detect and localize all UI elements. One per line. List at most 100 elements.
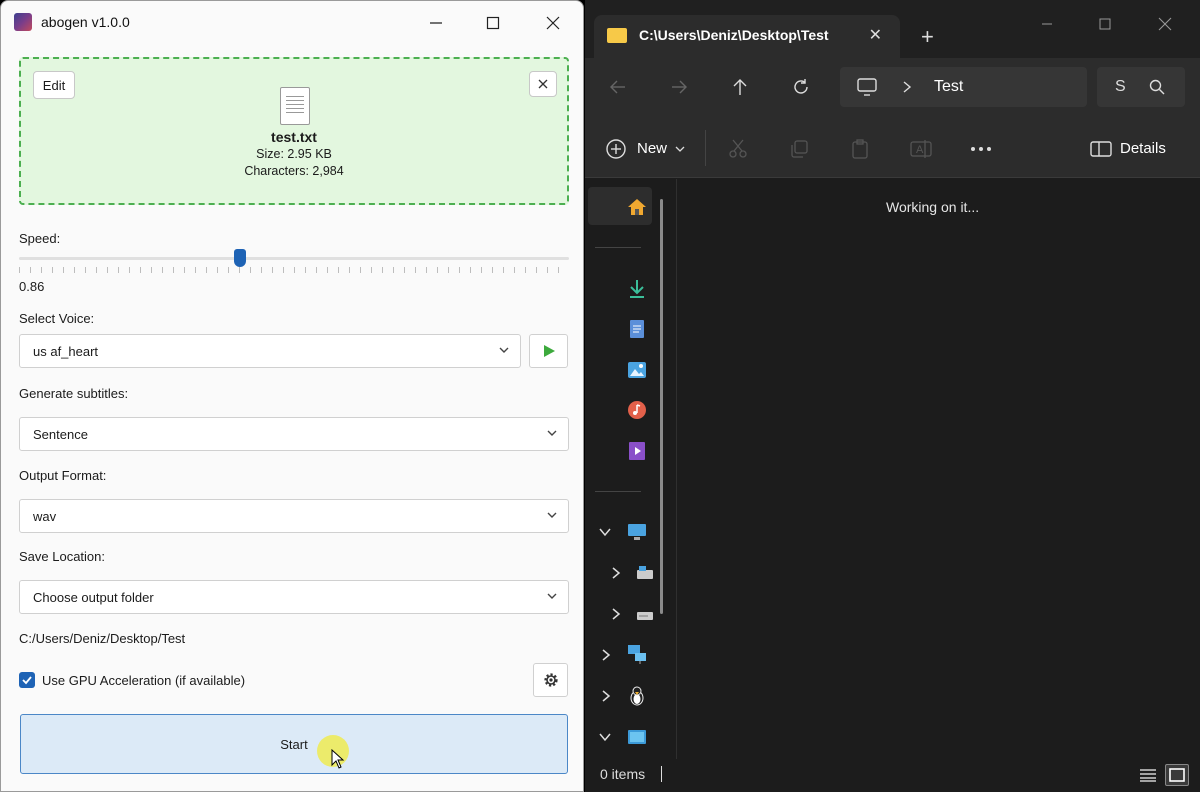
chevron-right-icon[interactable]: [601, 690, 611, 702]
play-voice-button[interactable]: [529, 334, 568, 368]
forward-button[interactable]: [667, 75, 691, 99]
voice-label: Select Voice:: [19, 311, 95, 326]
network-icon[interactable]: [627, 644, 647, 664]
details-view-button[interactable]: [1136, 764, 1160, 786]
gpu-checkbox[interactable]: [19, 672, 35, 688]
new-label[interactable]: New: [637, 140, 667, 157]
chevron-down-icon: [675, 146, 685, 152]
sidebar-scrollbar[interactable]: [660, 199, 663, 614]
paste-button[interactable]: [849, 138, 871, 160]
chevron-right-icon[interactable]: [601, 649, 611, 661]
folder-icon: [607, 28, 627, 43]
minimize-button[interactable]: [1035, 12, 1059, 36]
up-button[interactable]: [728, 75, 752, 99]
navigation-pane: [585, 179, 677, 759]
save-location-select[interactable]: Choose output folder: [19, 580, 569, 614]
close-tab-button[interactable]: ✕: [869, 25, 882, 45]
remove-file-button[interactable]: [529, 71, 557, 97]
voice-value: us af_heart: [33, 344, 99, 359]
music-icon[interactable]: [627, 400, 647, 420]
output-format-label: Output Format:: [19, 468, 107, 483]
chevron-right-icon[interactable]: [611, 567, 621, 579]
address-bar[interactable]: Test: [840, 67, 1087, 107]
details-pane-button[interactable]: [1090, 138, 1112, 160]
file-size: Size: 2.95 KB: [256, 147, 332, 161]
voice-select[interactable]: us af_heart: [19, 334, 521, 368]
speed-slider-handle[interactable]: [234, 249, 246, 267]
rename-icon: A: [910, 140, 932, 158]
address-current: Test: [934, 78, 964, 95]
chevron-right-icon[interactable]: [611, 608, 621, 620]
back-button[interactable]: [606, 75, 630, 99]
more-icon: [971, 147, 991, 151]
file-characters: Characters: 2,984: [244, 164, 344, 178]
close-button[interactable]: [1153, 12, 1177, 36]
more-options-button[interactable]: [970, 138, 992, 160]
output-format-value: wav: [33, 509, 57, 524]
settings-button[interactable]: [533, 663, 568, 697]
cut-button[interactable]: [727, 138, 749, 160]
rename-button[interactable]: A: [910, 138, 932, 160]
gear-icon: [543, 673, 558, 687]
copy-button[interactable]: [788, 138, 810, 160]
linux-icon[interactable]: [627, 686, 647, 706]
maximize-button[interactable]: [481, 11, 505, 35]
minimize-icon: [430, 22, 442, 24]
large-icons-view-icon: [1169, 768, 1185, 782]
downloads-icon[interactable]: [627, 279, 647, 299]
item-count: 0 items: [600, 766, 646, 782]
drive-d-icon[interactable]: [635, 604, 655, 624]
add-circle-icon: [606, 139, 626, 159]
file-drop-zone[interactable]: Edit test.txt Size: 2.95 KB Characters: …: [19, 57, 569, 205]
home-icon[interactable]: [627, 197, 647, 217]
start-label: Start: [280, 736, 308, 752]
speed-slider-ticks: [19, 267, 569, 273]
up-arrow-icon: [733, 79, 747, 95]
new-tab-button[interactable]: +: [921, 24, 934, 50]
svg-text:A: A: [916, 144, 924, 156]
subtitles-label: Generate subtitles:: [19, 386, 129, 401]
close-icon: [538, 79, 548, 89]
new-button[interactable]: [605, 138, 627, 160]
tab-current-folder[interactable]: C:\Users\Deniz\Desktop\Test ✕: [594, 15, 900, 58]
file-name: test.txt: [271, 129, 317, 145]
minimize-icon: [1042, 23, 1052, 25]
abogen-window: abogen v1.0.0 Edit test.txt Size: 2.95 K…: [0, 0, 584, 792]
checkmark-icon: [22, 676, 32, 685]
close-button[interactable]: [541, 11, 565, 35]
subtitles-select[interactable]: Sentence: [19, 417, 569, 451]
text-file-icon: [280, 87, 310, 125]
monitor-icon: [857, 78, 877, 96]
chevron-down-icon: [547, 430, 557, 436]
window-title: abogen v1.0.0: [41, 14, 130, 30]
this-pc-icon[interactable]: [627, 522, 647, 542]
save-location-value: Choose output folder: [33, 590, 154, 605]
address-toolbar: Test S: [585, 58, 1200, 118]
speed-value: 0.86: [19, 279, 45, 294]
refresh-button[interactable]: [789, 75, 813, 99]
output-format-select[interactable]: wav: [19, 499, 569, 533]
desktop-folder-icon[interactable]: [627, 727, 647, 747]
details-pane-icon: [1090, 141, 1112, 157]
status-divider: [661, 766, 662, 782]
pictures-icon[interactable]: [627, 360, 647, 380]
documents-icon[interactable]: [627, 319, 647, 339]
videos-icon[interactable]: [627, 441, 647, 461]
start-button[interactable]: Start: [20, 714, 568, 774]
maximize-icon: [486, 16, 500, 30]
loading-message: Working on it...: [886, 199, 980, 215]
chevron-down-icon[interactable]: [599, 527, 611, 537]
details-label[interactable]: Details: [1120, 140, 1166, 157]
edit-button[interactable]: Edit: [33, 71, 75, 99]
speed-slider-track[interactable]: [19, 257, 569, 260]
maximize-button[interactable]: [1093, 12, 1117, 36]
drive-c-icon[interactable]: [635, 563, 655, 583]
search-input[interactable]: S: [1097, 67, 1185, 107]
chevron-down-icon[interactable]: [599, 732, 611, 742]
tiles-view-button[interactable]: [1165, 764, 1189, 786]
paste-icon: [852, 139, 868, 159]
chevron-right-icon: [903, 81, 912, 93]
forward-arrow-icon: [672, 80, 687, 94]
toolbar-divider: [705, 130, 706, 166]
minimize-button[interactable]: [424, 11, 448, 35]
